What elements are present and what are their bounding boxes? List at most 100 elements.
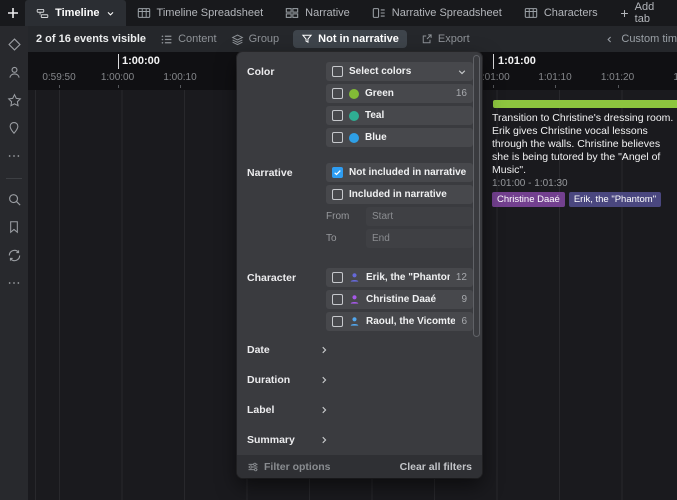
character-tag[interactable]: Erik, the "Phantom" xyxy=(569,192,661,207)
chevron-left-icon xyxy=(605,35,614,44)
diamond-tool-button[interactable] xyxy=(2,32,26,56)
checkbox[interactable] xyxy=(332,316,343,327)
filter-options-button[interactable]: Filter options xyxy=(247,461,331,473)
minor-tick-label: 1:01:30 xyxy=(673,72,677,83)
character-option-label: Erik, the "Phantom" xyxy=(366,272,450,283)
tab-narrative[interactable]: Narrative xyxy=(274,0,361,26)
color-option-blue[interactable]: Blue xyxy=(326,128,473,147)
color-option-label: Teal xyxy=(365,110,384,121)
option-label: Not included in narrative xyxy=(349,167,466,178)
minor-tick-dot xyxy=(555,85,556,88)
character-option-raoul[interactable]: Raoul, the Vicomte de Chagny 6 xyxy=(326,312,473,331)
checkbox[interactable] xyxy=(332,132,343,143)
date-filter-section[interactable]: Date xyxy=(237,335,482,365)
add-event-button[interactable] xyxy=(0,0,25,26)
section-label: Label xyxy=(247,404,319,416)
timeline-toolbar: 2 of 16 events visible Content Group Not… xyxy=(28,26,677,52)
major-tick-mark xyxy=(118,54,119,69)
filter-panel-footer: Filter options Clear all filters xyxy=(237,455,482,478)
character-option-christine[interactable]: Christine Daaé 9 xyxy=(326,290,473,309)
select-colors-row[interactable]: Select colors xyxy=(326,62,473,81)
character-option-erik[interactable]: Erik, the "Phantom" 12 xyxy=(326,268,473,287)
summary-filter-section[interactable]: Summary xyxy=(237,425,482,455)
event-duration-bar[interactable] xyxy=(493,100,677,108)
minor-tick-dot xyxy=(180,85,181,88)
tab-timeline[interactable]: Timeline xyxy=(25,0,125,26)
tab-label: Characters xyxy=(544,7,598,19)
checkbox[interactable] xyxy=(332,88,343,99)
filter-options-label: Filter options xyxy=(264,461,331,473)
more-options-icon[interactable] xyxy=(2,271,26,295)
section-label: Narrative xyxy=(247,163,326,179)
checkbox[interactable] xyxy=(332,110,343,121)
custom-timeline-label: Custom tim xyxy=(621,33,677,45)
minor-tick-label: 1:00:00 xyxy=(101,72,134,83)
checkbox-checked[interactable] xyxy=(332,167,343,178)
tab-bar: Timeline Timeline Spreadsheet Narrative … xyxy=(0,0,677,26)
events-visible-status: 2 of 16 events visible xyxy=(36,33,146,45)
grid-icon xyxy=(285,6,299,20)
locations-button[interactable] xyxy=(2,116,26,140)
minor-tick-label: 0:59:50 xyxy=(42,72,75,83)
search-button[interactable] xyxy=(2,187,26,211)
event-card[interactable]: Transition to Christine's dressing room.… xyxy=(490,100,677,207)
export-label: Export xyxy=(438,33,470,45)
custom-timeline-control[interactable]: Custom tim xyxy=(605,33,677,45)
label-filter-section[interactable]: Label xyxy=(237,395,482,425)
option-count: 12 xyxy=(456,272,467,283)
select-colors-label: Select colors xyxy=(349,66,411,77)
funnel-icon xyxy=(301,33,313,45)
more-options-icon[interactable] xyxy=(2,144,26,168)
tab-characters[interactable]: Characters xyxy=(513,0,609,26)
content-button[interactable]: Content xyxy=(160,33,217,46)
option-count: 16 xyxy=(456,88,467,99)
from-input[interactable] xyxy=(366,207,473,226)
filter-panel: Color Select colors Green 16 xyxy=(237,52,482,478)
left-sidebar xyxy=(0,26,28,500)
spreadsheet-icon xyxy=(524,6,538,20)
narrative-filter-button[interactable]: Not in narrative xyxy=(293,30,407,48)
content-label: Content xyxy=(178,33,217,45)
bookmark-button[interactable] xyxy=(2,215,26,239)
color-option-label: Blue xyxy=(365,132,387,143)
list-icon xyxy=(160,33,173,46)
favorites-button[interactable] xyxy=(2,88,26,112)
checkbox[interactable] xyxy=(332,66,343,77)
character-filter-section: Character Erik, the "Phantom" 12 Christi… xyxy=(237,252,482,335)
checkbox[interactable] xyxy=(332,294,343,305)
export-button[interactable]: Export xyxy=(421,33,470,45)
checkbox[interactable] xyxy=(332,272,343,283)
sync-button[interactable] xyxy=(2,243,26,267)
color-option-green[interactable]: Green 16 xyxy=(326,84,473,103)
tab-timeline-spreadsheet[interactable]: Timeline Spreadsheet xyxy=(126,0,275,26)
group-button[interactable]: Group xyxy=(231,33,280,46)
app-window: Timeline Timeline Spreadsheet Narrative … xyxy=(0,0,677,500)
not-included-in-narrative-option[interactable]: Not included in narrative xyxy=(326,163,473,182)
minor-tick-label: 1:01:10 xyxy=(538,72,571,83)
narrative-spreadsheet-icon xyxy=(372,6,386,20)
minor-tick-dot xyxy=(618,85,619,88)
character-tag[interactable]: Christine Daaé xyxy=(492,192,565,207)
color-swatch xyxy=(349,111,359,121)
person-icon xyxy=(349,272,360,283)
narrative-filter-label: Not in narrative xyxy=(318,33,399,45)
minor-tick-dot xyxy=(59,85,60,88)
event-tags: Christine Daaé Erik, the "Phantom" xyxy=(490,192,677,207)
panel-scrollbar[interactable] xyxy=(473,55,480,337)
plus-icon xyxy=(619,8,630,19)
section-label: Summary xyxy=(247,434,319,446)
sidebar-divider xyxy=(6,178,22,179)
duration-filter-section[interactable]: Duration xyxy=(237,365,482,395)
color-option-teal[interactable]: Teal xyxy=(326,106,473,125)
section-label: Duration xyxy=(247,374,319,386)
clear-all-filters-button[interactable]: Clear all filters xyxy=(400,461,472,473)
tab-narrative-spreadsheet[interactable]: Narrative Spreadsheet xyxy=(361,0,513,26)
event-time-range: 1:01:00 - 1:01:30 xyxy=(490,178,677,189)
checkbox[interactable] xyxy=(332,189,343,200)
add-tab-button[interactable]: Add tab xyxy=(609,0,677,26)
characters-button[interactable] xyxy=(2,60,26,84)
included-in-narrative-option[interactable]: Included in narrative xyxy=(326,185,473,204)
minor-tick-label: 1:00:10 xyxy=(163,72,196,83)
to-input[interactable] xyxy=(366,229,473,248)
tab-label: Narrative Spreadsheet xyxy=(392,7,502,19)
